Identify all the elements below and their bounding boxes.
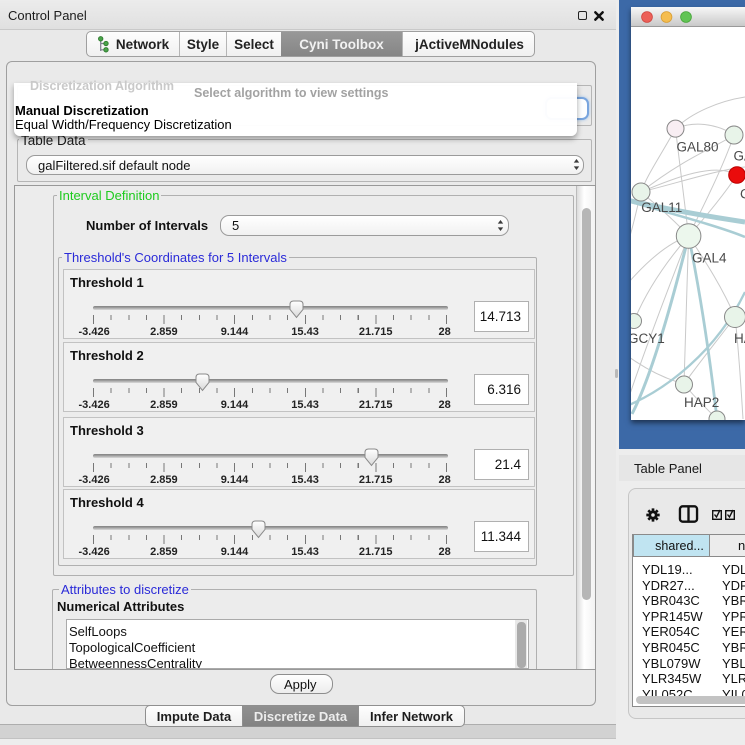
svg-text:GAL11: GAL11 bbox=[641, 200, 682, 215]
svg-text:HAP2: HAP2 bbox=[684, 395, 719, 410]
svg-text:C: C bbox=[740, 187, 745, 202]
svg-text:GCY1: GCY1 bbox=[631, 331, 665, 346]
svg-text:GAL80: GAL80 bbox=[677, 140, 719, 155]
svg-text:HA: HA bbox=[734, 331, 745, 346]
svg-text:GA: GA bbox=[734, 149, 745, 164]
svg-text:GAL4: GAL4 bbox=[692, 251, 727, 266]
